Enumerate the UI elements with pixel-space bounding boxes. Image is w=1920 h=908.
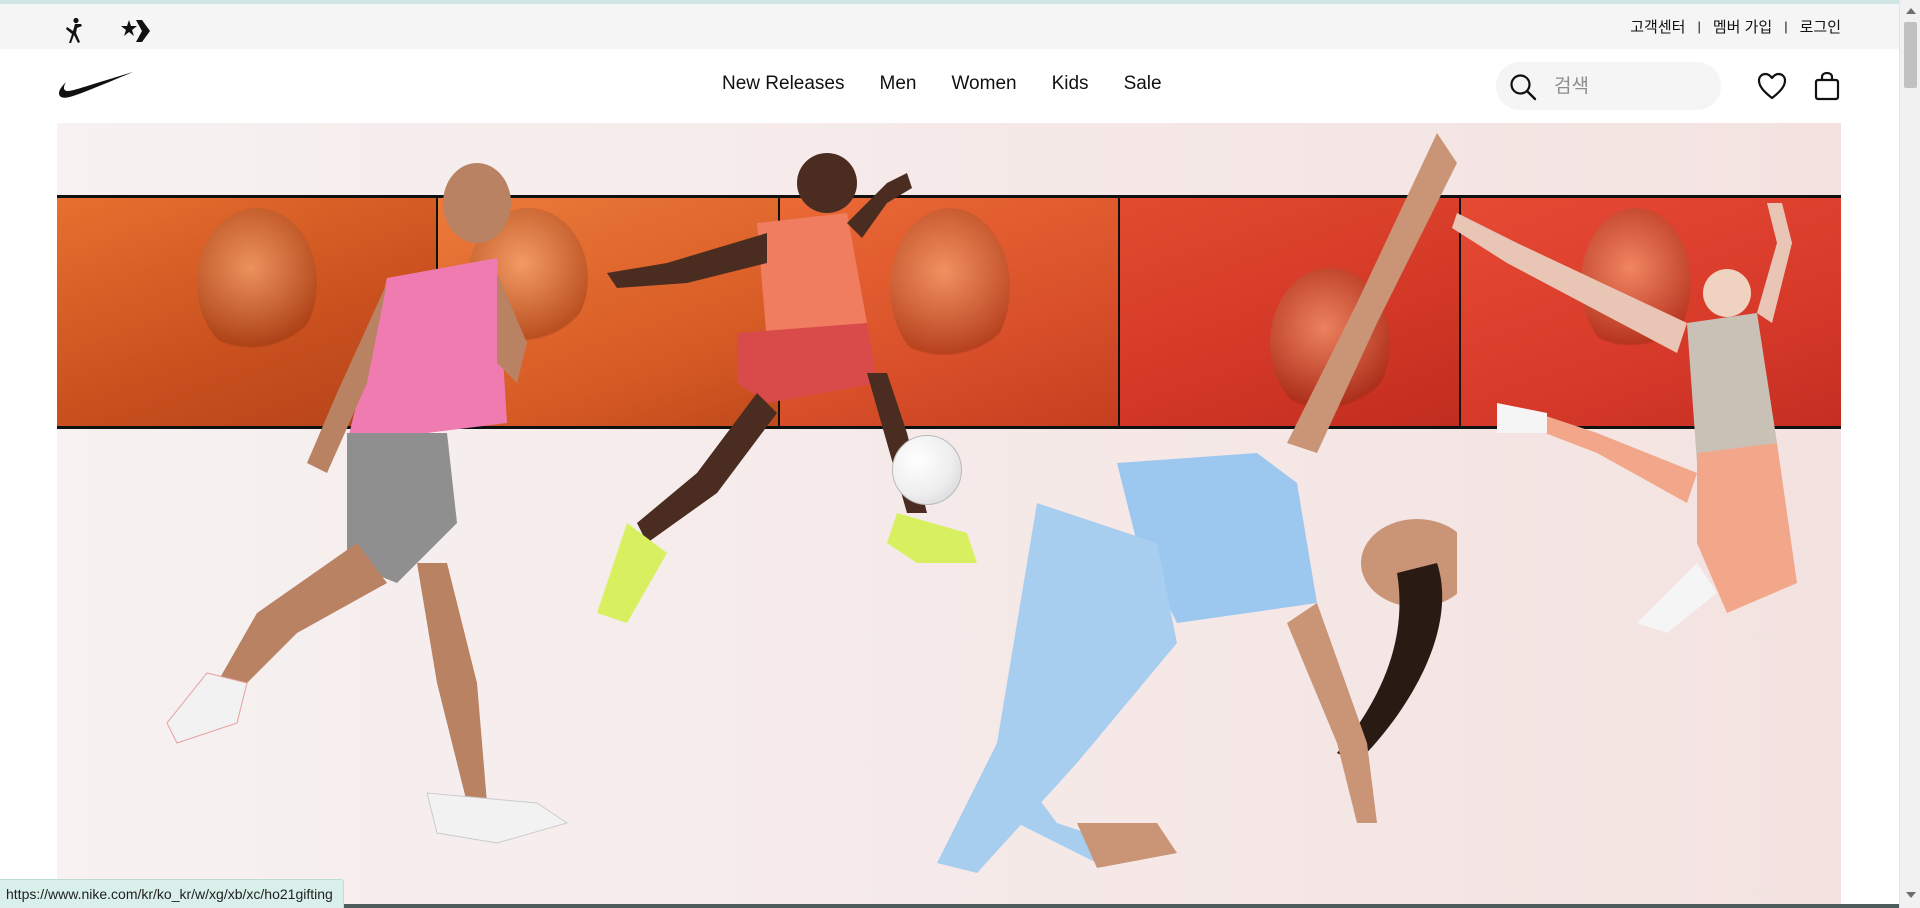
nav-women[interactable]: Women	[951, 73, 1016, 95]
search-box[interactable]	[1496, 62, 1721, 110]
join-member-link[interactable]: 멤버 가입	[1713, 16, 1772, 37]
search-icon[interactable]	[1508, 72, 1538, 102]
customer-service-link[interactable]: 고객센터	[1630, 16, 1685, 37]
yoga-athlete-image	[937, 133, 1457, 873]
login-link[interactable]: 로그인	[1800, 16, 1841, 37]
nike-swoosh-icon[interactable]	[58, 71, 134, 101]
bag-icon[interactable]	[1810, 69, 1844, 103]
nav-sale[interactable]: Sale	[1124, 73, 1162, 95]
hero-banner[interactable]	[57, 123, 1841, 908]
utility-separator: |	[1784, 19, 1788, 34]
utility-bar: 고객센터 | 멤버 가입 | 로그인	[0, 0, 1899, 49]
nav-kids[interactable]: Kids	[1052, 73, 1089, 95]
heart-icon[interactable]	[1755, 69, 1789, 103]
page-scrollbar[interactable]	[1899, 0, 1920, 908]
utility-separator: |	[1697, 19, 1701, 34]
nav-new-releases[interactable]: New Releases	[722, 73, 845, 95]
jordan-icon[interactable]	[60, 16, 88, 46]
converse-icon[interactable]	[118, 16, 152, 46]
scrollbar-thumb[interactable]	[1904, 22, 1917, 88]
scroll-up-icon[interactable]	[1906, 8, 1916, 14]
main-nav: New Releases Men Women Kids Sale	[722, 73, 1162, 95]
dancer-athlete-image	[1452, 203, 1797, 633]
status-bar-url: https://www.nike.com/kr/ko_kr/w/xg/xb/xc…	[0, 879, 344, 908]
search-input[interactable]	[1552, 70, 1707, 102]
utility-links: 고객센터 | 멤버 가입 | 로그인	[1630, 16, 1841, 37]
main-header: New Releases Men Women Kids Sale	[0, 49, 1899, 123]
scroll-down-icon[interactable]	[1906, 892, 1916, 898]
nav-men[interactable]: Men	[880, 73, 917, 95]
